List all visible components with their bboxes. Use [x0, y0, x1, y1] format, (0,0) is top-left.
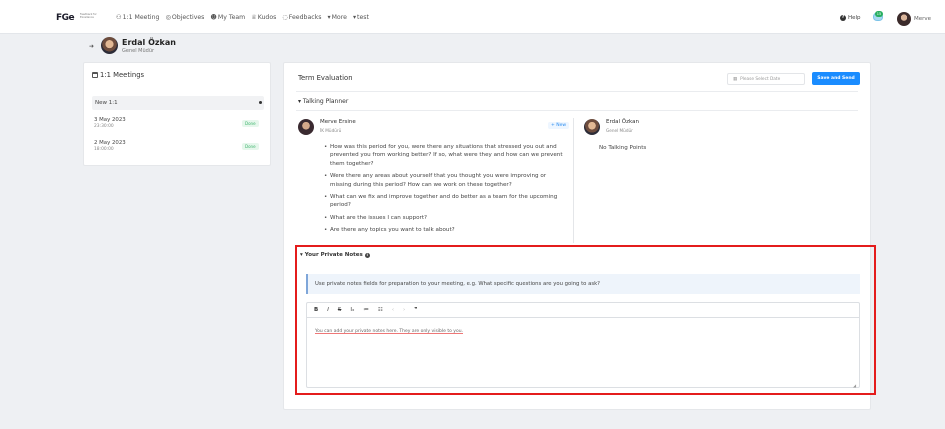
- nav-item-feedbacks[interactable]: ◌ Feedbacks: [282, 14, 321, 21]
- team-icon: ☻: [210, 14, 217, 21]
- nav-item-1-1-meeting[interactable]: ⚇ 1:1 Meeting: [116, 14, 159, 21]
- participant-name: Erdal Özkan: [606, 119, 639, 125]
- nav-item-test[interactable]: ▾ test: [353, 14, 369, 21]
- term-evaluation-card: Term Evaluation ▦ Please Select Date Sav…: [283, 62, 876, 410]
- status-badge: Done: [242, 120, 259, 127]
- bold-icon[interactable]: B: [314, 307, 318, 313]
- app-logo[interactable]: FGe: [56, 13, 75, 23]
- new-meeting-row[interactable]: New 1:1: [92, 96, 264, 110]
- date-picker-input[interactable]: ▦ Please Select Date: [727, 73, 805, 85]
- participant-role: Genel Müdür: [606, 128, 633, 133]
- chat-icon: ⚇: [116, 14, 122, 21]
- chevron-down-icon: ▾: [327, 14, 331, 21]
- question-list: How was this period for you, were there …: [324, 143, 568, 239]
- list-item: How was this period for you, were there …: [324, 143, 568, 168]
- avatar[interactable]: [897, 12, 911, 26]
- help-link[interactable]: ? Help: [840, 15, 861, 21]
- clear-format-icon[interactable]: Iₓ: [350, 307, 354, 313]
- italic-icon[interactable]: I: [327, 307, 329, 313]
- speech-icon: ◌: [282, 14, 288, 21]
- help-icon: ?: [840, 15, 846, 21]
- info-icon[interactable]: i: [364, 252, 370, 258]
- participant-role: İK Müdürü: [320, 128, 342, 133]
- divider: [296, 91, 858, 92]
- calendar-icon: ▦: [733, 77, 738, 82]
- meeting-row[interactable]: 2 May 2023 18:00:00 Done: [94, 140, 264, 152]
- avatar: [584, 119, 600, 135]
- bullet-list-icon[interactable]: ☷: [378, 307, 383, 313]
- list-item: Were there any areas about yourself that…: [324, 172, 568, 189]
- private-notes-editor[interactable]: B I S Iₓ ≔ ☷ ‹ › ❞ You can add your priv…: [306, 302, 860, 388]
- dot-icon: [259, 101, 262, 104]
- back-arrow-icon[interactable]: ➜: [89, 43, 94, 50]
- editor-content[interactable]: You can add your private notes here. The…: [315, 329, 463, 334]
- nav-item-more[interactable]: ▾ More: [327, 14, 346, 21]
- quote-icon[interactable]: ❞: [414, 307, 417, 313]
- main-nav: ⚇ 1:1 Meeting ◎ Objectives ☻ My Team ♕ Kudos…: [116, 14, 369, 21]
- list-item: What are the issues I can support?: [324, 214, 568, 223]
- profile-avatar: [101, 37, 118, 54]
- trophy-icon: ♕: [251, 14, 257, 21]
- chevron-down-icon: ▾: [352, 14, 357, 21]
- private-notes-toggle[interactable]: ▾ Your Private Notes i: [300, 252, 370, 258]
- logo-subtext: Feedback for Excellence: [80, 13, 97, 19]
- talking-planner-left: Merve Ersine İK Müdürü + New How was thi…: [298, 118, 574, 243]
- talking-planner-toggle[interactable]: ▾ Talking Planner: [298, 98, 348, 105]
- private-notes-hint: Use private notes fields for preparation…: [306, 274, 860, 294]
- target-icon: ◎: [165, 14, 171, 21]
- meetings-card: 1:1 Meetings New 1:1 3 May 2023 23:30:00…: [83, 62, 271, 166]
- calendar-icon: [92, 72, 98, 78]
- term-title: Term Evaluation: [298, 74, 353, 82]
- profile-role: Genel Müdür: [122, 48, 155, 54]
- user-name[interactable]: Merve: [914, 16, 931, 22]
- list-item: What can we fix and improve together and…: [324, 193, 568, 210]
- talking-planner-right: Erdal Özkan Genel Müdür No Talking Point…: [584, 118, 854, 243]
- nav-item-my-team[interactable]: ☻ My Team: [210, 14, 245, 21]
- nav-item-objectives[interactable]: ◎ Objectives: [165, 14, 204, 21]
- save-and-send-button[interactable]: Save and Send: [812, 72, 860, 85]
- status-badge: Done: [242, 143, 259, 150]
- divider: [296, 110, 858, 111]
- list-item: Are there any topics you want to talk ab…: [324, 226, 568, 235]
- meetings-title: 1:1 Meetings: [92, 71, 144, 79]
- profile-name: Erdal Özkan: [122, 38, 176, 47]
- ordered-list-icon[interactable]: ≔: [363, 307, 369, 313]
- notification-badge: 15: [875, 11, 883, 17]
- private-notes-section: ▾ Your Private Notes i Use private notes …: [295, 245, 876, 395]
- new-talking-point-button[interactable]: + New: [548, 122, 570, 129]
- meeting-row[interactable]: 3 May 2023 23:30:00 Done: [94, 117, 264, 129]
- indent-icon[interactable]: ›: [403, 307, 405, 313]
- outdent-icon[interactable]: ‹: [392, 307, 394, 313]
- resize-handle-icon[interactable]: ◢: [853, 383, 856, 388]
- top-navbar: FGe Feedback for Excellence ⚇ 1:1 Meeting…: [0, 0, 945, 34]
- nav-item-kudos[interactable]: ♕ Kudos: [251, 14, 276, 21]
- editor-toolbar: B I S Iₓ ≔ ☷ ‹ › ❞: [307, 303, 859, 318]
- avatar: [298, 119, 314, 135]
- empty-state-text: No Talking Points: [599, 145, 647, 151]
- strikethrough-icon[interactable]: S: [338, 307, 342, 313]
- participant-name: Merve Ersine: [320, 119, 356, 125]
